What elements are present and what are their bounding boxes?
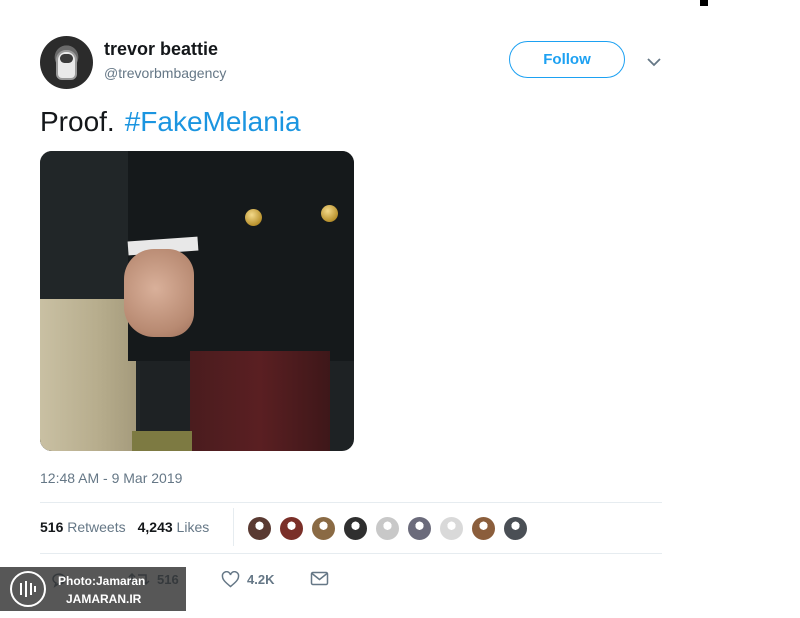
window-corner-marker: [700, 0, 708, 6]
like-count: 4.2K: [247, 572, 275, 587]
stats-separator: [233, 508, 234, 546]
photo-region-tights: [190, 351, 330, 451]
likes-count[interactable]: 4,243: [138, 519, 173, 535]
tweet-photo[interactable]: [40, 151, 354, 451]
tweet-timestamp[interactable]: 12:48 AM - 9 Mar 2019: [40, 470, 182, 486]
liker-avatar[interactable]: [406, 515, 433, 542]
tweet-text: Proof. #FakeMelania: [40, 106, 301, 138]
hashtag-link[interactable]: #FakeMelania: [125, 106, 301, 137]
liker-avatar[interactable]: [502, 515, 529, 542]
divider-top: [40, 502, 662, 503]
liker-avatar[interactable]: [438, 515, 465, 542]
watermark: Photo:Jamaran JAMARAN.IR: [0, 567, 186, 611]
retweets-count[interactable]: 516: [40, 519, 63, 535]
watermark-logo-icon: [10, 571, 46, 607]
divider-bottom: [40, 553, 662, 554]
envelope-icon: [310, 571, 329, 586]
tweet-body: Proof.: [40, 106, 115, 137]
liker-avatar[interactable]: [246, 515, 273, 542]
retweets-label[interactable]: Retweets: [67, 519, 125, 535]
likes-label[interactable]: Likes: [177, 519, 210, 535]
chevron-down-icon[interactable]: [646, 54, 662, 70]
avatar[interactable]: [40, 36, 93, 89]
liker-avatar[interactable]: [310, 515, 337, 542]
user-handle[interactable]: @trevorbmbagency: [104, 65, 226, 81]
liker-avatar[interactable]: [278, 515, 305, 542]
liker-avatar[interactable]: [470, 515, 497, 542]
photo-region-grass: [132, 431, 192, 451]
photo-region-hands: [124, 249, 194, 337]
coat-button-right: [321, 205, 338, 222]
liker-avatar[interactable]: [342, 515, 369, 542]
display-name[interactable]: trevor beattie: [104, 39, 218, 60]
watermark-site: JAMARAN.IR: [66, 592, 142, 606]
liker-avatars: [246, 515, 534, 542]
direct-message-button[interactable]: [310, 571, 336, 586]
watermark-credit: Photo:Jamaran: [58, 574, 146, 588]
visor-shape: [60, 54, 73, 63]
liker-avatar[interactable]: [374, 515, 401, 542]
follow-button[interactable]: Follow: [509, 41, 625, 78]
heart-icon: [221, 571, 240, 588]
photo-region-trousers: [40, 299, 136, 451]
engagement-stats: 516 Retweets 4,243 Likes: [40, 519, 209, 535]
coat-button-left: [245, 209, 262, 226]
like-button[interactable]: 4.2K: [221, 571, 274, 588]
